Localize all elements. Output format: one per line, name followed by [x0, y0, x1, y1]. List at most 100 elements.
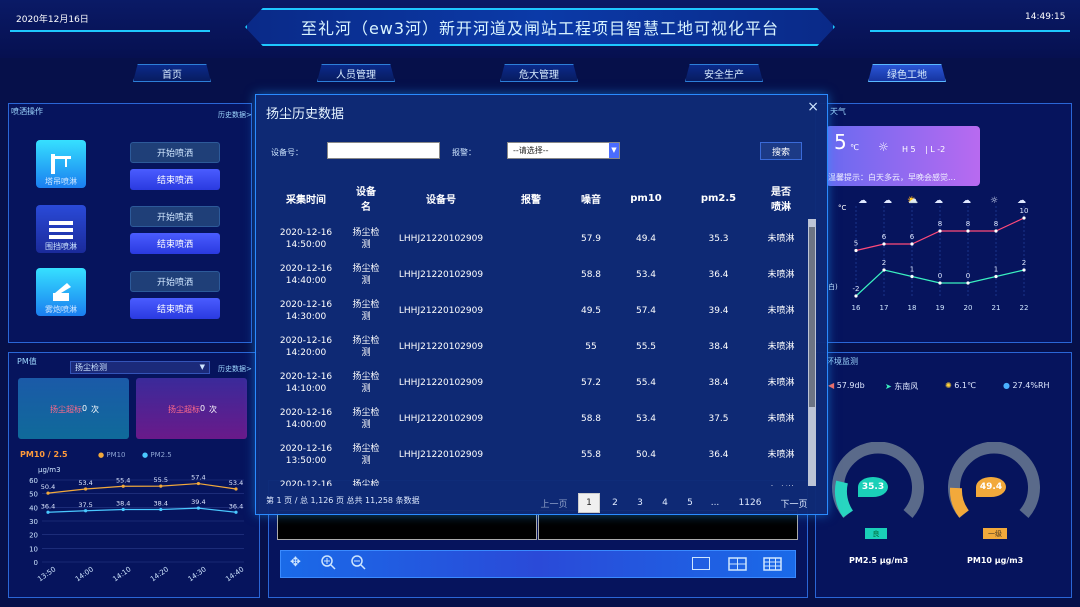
pm-device-select[interactable]: 扬尘检测 ▼ — [70, 361, 210, 374]
cell-time: 2020-12-16 14:50:00 — [279, 228, 333, 250]
pm-history-link[interactable]: 历史数据> — [218, 364, 252, 374]
page-3-button[interactable]: 3 — [629, 493, 651, 513]
data-point — [854, 294, 858, 298]
data-label: 8 — [966, 220, 970, 228]
dust-over-2-count: 0 — [200, 404, 206, 413]
data-point — [1022, 216, 1026, 220]
pm25-level: 良 — [865, 528, 887, 539]
table-row[interactable]: 2020-12-16 14:00:00 扬尘检测 LHHJ21220102909 58… — [266, 401, 811, 437]
spray-history-link[interactable]: 历史数据> — [218, 110, 252, 120]
spray-panel-title: 喷洒操作 — [11, 107, 43, 116]
data-point — [234, 510, 238, 514]
cell-device-name: 扬尘检测 — [352, 444, 380, 466]
sun-icon: ☼ — [990, 196, 999, 206]
nav-home[interactable]: 首页 — [133, 64, 211, 82]
date-display: 2020年12月16日 — [16, 15, 89, 25]
noise-reading: ◀ 57.9db — [828, 381, 865, 390]
layout-nine-icon[interactable] — [763, 557, 782, 574]
x-tick-label: 22 — [1020, 304, 1029, 312]
prev-page-button[interactable]: 上一页 — [534, 493, 574, 513]
fog-cannon-label: 雾炮喷淋 — [45, 305, 77, 314]
data-point — [196, 506, 200, 510]
scroll-thumb[interactable] — [809, 227, 815, 407]
layout-single-icon[interactable] — [692, 557, 710, 570]
cell-noise: 58.8 — [580, 414, 602, 424]
y-tick-label: 40 — [29, 504, 38, 512]
data-label: 2 — [882, 259, 886, 267]
data-label: 38.4 — [116, 500, 130, 508]
fog-stop-button[interactable]: 结束喷洒 — [130, 298, 220, 319]
cell-device-name: 扬尘检测 — [352, 228, 380, 250]
cell-sprinkled: 未喷淋 — [767, 450, 795, 460]
table-row[interactable]: 2020-12-16 14:30:00 扬尘检测 LHHJ21220102909 49… — [266, 293, 811, 329]
y-tick-label: 30 — [29, 518, 38, 526]
drop-icon: ● — [1003, 381, 1010, 390]
cell-time: 2020-12-16 14:40:00 — [279, 264, 333, 286]
fog-start-button[interactable]: 开始喷洒 — [130, 271, 220, 292]
page-5-button[interactable]: 5 — [679, 493, 701, 513]
table-row[interactable]: 2020-12-16 13:40:00 扬尘检测 LHHJ21220102909 58… — [266, 473, 811, 486]
nav-hazard[interactable]: 危大管理 — [500, 64, 578, 82]
fence-stop-button[interactable]: 结束喷洒 — [130, 233, 220, 254]
x-tick-label: 14:40 — [224, 565, 245, 583]
layout-quad-icon[interactable] — [728, 557, 747, 574]
cell-pm10: 55.4 — [635, 378, 657, 388]
time-display: 14:49:15 — [1025, 12, 1066, 22]
weather-temp-unit: ℃ — [850, 143, 859, 152]
zoom-out-icon[interactable] — [350, 554, 366, 573]
next-page-button[interactable]: 下一页 — [774, 493, 814, 513]
data-point — [910, 274, 914, 279]
humidity-reading: ● 27.4%RH — [1003, 381, 1050, 390]
col-pm25: pm2.5 — [700, 192, 737, 204]
crane-stop-button[interactable]: 结束喷洒 — [130, 169, 220, 190]
device-input[interactable] — [327, 142, 440, 159]
weather-temp: 5 — [834, 130, 847, 154]
alarm-select[interactable]: --请选择-- ▼ — [507, 142, 620, 159]
cell-pm10: 53.4 — [635, 270, 657, 280]
fence-start-button[interactable]: 开始喷洒 — [130, 206, 220, 227]
nav-green-site[interactable]: 绿色工地 — [868, 64, 946, 82]
y-tick-label: 20 — [29, 532, 38, 540]
cell-pm25: 37.5 — [676, 485, 761, 486]
close-icon[interactable]: × — [807, 99, 819, 115]
cell-pm25: 39.4 — [708, 306, 729, 316]
cell-pm10: 57.4 — [635, 306, 657, 316]
data-label: 36.4 — [41, 502, 55, 510]
move-icon[interactable]: ✥ — [290, 555, 301, 570]
cell-sprinkled: 未喷淋 — [767, 306, 795, 316]
page-2-button[interactable]: 2 — [604, 493, 626, 513]
sun-icon: ✺ — [945, 381, 952, 390]
device-label: 设备号： — [271, 148, 303, 157]
data-label: 53.4 — [229, 479, 243, 487]
data-point — [46, 510, 50, 514]
col-device-id: 设备号 — [426, 194, 456, 206]
data-label: 2 — [1022, 259, 1026, 267]
x-tick-label: 16 — [852, 304, 861, 312]
table-row[interactable]: 2020-12-16 14:40:00 扬尘检测 LHHJ21220102909 58… — [266, 257, 811, 293]
table-header: 采集时间 设备名 设备号 报警 噪音 pm10 pm2.5 是否喷淋 — [266, 180, 811, 216]
table-row[interactable]: 2020-12-16 13:50:00 扬尘检测 LHHJ21220102909 55… — [266, 437, 811, 473]
page-4-button[interactable]: 4 — [654, 493, 676, 513]
dust-over-1-unit: 次 — [91, 405, 99, 414]
sun-icon: ☼ — [878, 140, 889, 154]
data-point — [84, 509, 88, 513]
zoom-in-icon[interactable] — [320, 554, 336, 573]
nav-personnel[interactable]: 人员管理 — [317, 64, 395, 82]
table-row[interactable]: 2020-12-16 14:50:00 扬尘检测 LHHJ21220102909 57… — [266, 221, 811, 257]
page-1-button[interactable]: 1 — [578, 493, 600, 513]
table-scrollbar[interactable] — [808, 219, 816, 486]
search-button[interactable]: 搜索 — [760, 142, 802, 160]
crane-start-button[interactable]: 开始喷洒 — [130, 142, 220, 163]
data-label: 37.5 — [78, 501, 92, 509]
page-last-button[interactable]: 1126 — [732, 493, 768, 513]
table-row[interactable]: 2020-12-16 14:20:00 扬尘检测 LHHJ21220102909 55… — [266, 329, 811, 365]
table-row[interactable]: 2020-12-16 14:10:00 扬尘检测 LHHJ21220102909 57… — [266, 365, 811, 401]
x-tick-label: 17 — [880, 304, 889, 312]
cell-device-id: LHHJ21220102909 — [398, 270, 484, 280]
nav-safety[interactable]: 安全生产 — [685, 64, 763, 82]
data-label: 57.4 — [191, 474, 205, 482]
legend-pm25: ● PM2.5 — [142, 451, 172, 459]
y-tick-label: 60 — [29, 477, 38, 485]
cell-pm25: 36.4 — [708, 270, 729, 280]
cell-device-id: LHHJ21220102909 — [398, 414, 484, 424]
